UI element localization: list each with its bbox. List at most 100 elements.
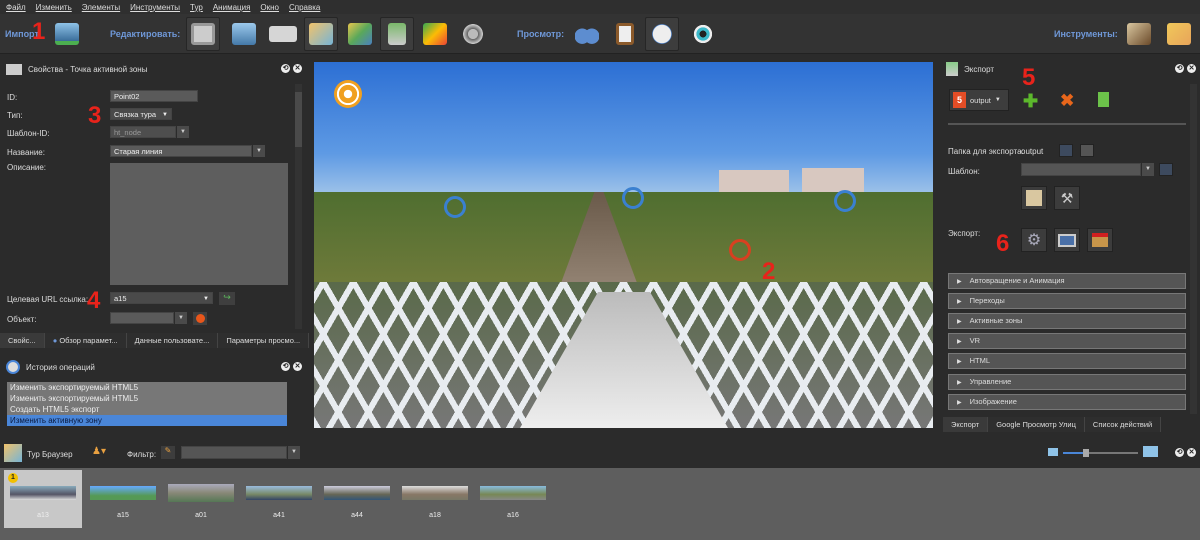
type-select[interactable]: Связка тура ▼ xyxy=(110,108,172,120)
tab-google-street-view[interactable]: Google Просмотр Улиц xyxy=(988,417,1085,432)
history-item-selected[interactable]: Изменить активную зону xyxy=(7,415,287,426)
template-dropdown[interactable]: ▼ xyxy=(1142,163,1154,176)
export-settings-button[interactable]: ⚙ xyxy=(1021,228,1047,252)
section-transitions[interactable]: ▶ Переходы xyxy=(948,293,1186,309)
hotspot-edit-button[interactable] xyxy=(380,17,414,51)
section-vr[interactable]: ▶ VR xyxy=(948,333,1186,349)
thumbnail-a18[interactable]: a18 xyxy=(396,470,474,528)
object-pick-button[interactable] xyxy=(193,312,207,325)
go-to-target-button[interactable]: ↪ xyxy=(219,292,235,305)
name-dropdown[interactable]: ▼ xyxy=(253,145,265,157)
export-document-button[interactable] xyxy=(1098,92,1109,107)
trash-button[interactable] xyxy=(1080,144,1094,157)
history-item[interactable]: Изменить экспортируемый HTML5 xyxy=(7,382,287,393)
add-export-button[interactable]: ✚ xyxy=(1023,91,1038,112)
tab-view-params[interactable]: ● Обзор парамет... xyxy=(44,333,127,348)
export-profile-select[interactable]: 5 output ▼ xyxy=(949,89,1009,111)
float-icon[interactable]: ⟲ xyxy=(1175,448,1184,457)
description-textarea[interactable] xyxy=(110,163,288,285)
skin-editor-button[interactable] xyxy=(1122,17,1156,51)
export-preview-button[interactable] xyxy=(1054,228,1080,252)
history-item[interactable]: Изменить экспортируемый HTML5 xyxy=(7,393,287,404)
edit-properties-button[interactable] xyxy=(186,17,220,51)
checklist-button[interactable] xyxy=(608,17,642,51)
export-scrollbar[interactable] xyxy=(1190,84,1197,414)
edit-user-data-button[interactable] xyxy=(266,17,300,51)
menu-tour[interactable]: Тур xyxy=(190,3,203,12)
speed-settings-button[interactable] xyxy=(645,17,679,51)
target-url-select[interactable]: a15 ▼ xyxy=(110,292,213,304)
edit-viewpoint-button[interactable] xyxy=(227,17,261,51)
section-html[interactable]: ▶ HTML xyxy=(948,353,1186,369)
thumbnail-a01[interactable]: a01 xyxy=(162,470,240,528)
menu-animation[interactable]: Анимация xyxy=(213,3,251,12)
section-autorotate[interactable]: ▶ Автовращение и Анимация xyxy=(948,273,1186,289)
sort-button[interactable]: ♟▾ xyxy=(92,446,106,457)
hotspot-icon[interactable] xyxy=(444,196,466,218)
menu-file[interactable]: Файл xyxy=(6,3,26,12)
view-settings-button[interactable] xyxy=(686,17,720,51)
template-id-input[interactable]: ht_node xyxy=(110,126,176,138)
template-settings-button[interactable]: ⚒ xyxy=(1054,186,1080,210)
hotspot-icon[interactable] xyxy=(622,187,644,209)
filter-tag-button[interactable]: ✎ xyxy=(161,446,175,459)
splitter[interactable] xyxy=(0,432,1200,436)
section-image[interactable]: ▶ Изображение xyxy=(948,394,1186,410)
float-icon[interactable]: ⟲ xyxy=(281,64,290,73)
tools-button[interactable] xyxy=(1162,17,1196,51)
hotspot-icon[interactable] xyxy=(834,190,856,212)
tour-map-button[interactable] xyxy=(304,17,338,51)
thumbnail-size-slider[interactable] xyxy=(1063,449,1138,457)
close-icon[interactable]: ✕ xyxy=(1187,64,1196,73)
hotspot-selected-icon[interactable] xyxy=(729,239,751,261)
close-icon[interactable]: ✕ xyxy=(1187,448,1196,457)
tab-properties[interactable]: Свойс... xyxy=(0,333,45,348)
id-input[interactable]: Point02 xyxy=(110,90,198,102)
panorama-viewer[interactable]: 2 xyxy=(314,62,933,428)
export-folder-value: output xyxy=(1021,147,1044,156)
preview-button[interactable] xyxy=(570,17,604,51)
hotspot-yellow-icon[interactable] xyxy=(334,80,362,108)
slider-handle[interactable] xyxy=(1083,449,1089,457)
animation-button[interactable] xyxy=(456,17,490,51)
close-icon[interactable]: ✕ xyxy=(293,64,302,73)
tab-action-list[interactable]: Список действий xyxy=(1084,417,1162,432)
section-controls[interactable]: ▶ Управление xyxy=(948,374,1186,390)
thumbnail-a41[interactable]: a41 xyxy=(240,470,318,528)
float-icon[interactable]: ⟲ xyxy=(1175,64,1184,73)
thumbnail-a44[interactable]: a44 xyxy=(318,470,396,528)
menu-help[interactable]: Справка xyxy=(289,3,320,12)
thumbnail-a16[interactable]: a16 xyxy=(474,470,552,528)
history-item[interactable]: Создать HTML5 экспорт xyxy=(7,404,287,415)
menu-elements[interactable]: Элементы xyxy=(82,3,120,12)
properties-scrollbar[interactable] xyxy=(295,84,302,329)
template-dropdown[interactable]: ▼ xyxy=(177,126,189,138)
thumbnail-a15[interactable]: a15 xyxy=(84,470,162,528)
thumbnail-a13[interactable]: 1 a13 xyxy=(4,470,82,528)
object-input[interactable] xyxy=(110,312,174,324)
tab-export[interactable]: Экспорт xyxy=(943,417,989,432)
type-value: Связка тура xyxy=(114,110,157,119)
import-panorama-button[interactable] xyxy=(50,17,84,51)
delete-export-button[interactable]: ✖ xyxy=(1060,91,1074,111)
filter-input[interactable] xyxy=(181,446,287,459)
google-street-view-button[interactable] xyxy=(418,17,452,51)
tab-user-data[interactable]: Данные пользовате... xyxy=(126,333,219,348)
close-icon[interactable]: ✕ xyxy=(293,362,302,371)
name-input[interactable]: Старая линия xyxy=(110,145,252,157)
section-hotspots[interactable]: ▶ Активные зоны xyxy=(948,313,1186,329)
template-folder-button[interactable] xyxy=(1159,163,1173,176)
skin-button[interactable] xyxy=(1021,186,1047,210)
export-header: Экспорт xyxy=(940,60,1200,78)
menu-tools[interactable]: Инструменты xyxy=(130,3,180,12)
menu-window[interactable]: Окно xyxy=(260,3,279,12)
object-dropdown[interactable]: ▼ xyxy=(175,312,187,324)
floor-plan-button[interactable] xyxy=(343,17,377,51)
open-folder-button[interactable] xyxy=(1059,144,1073,157)
float-icon[interactable]: ⟲ xyxy=(281,362,290,371)
filter-dropdown[interactable]: ▼ xyxy=(288,446,300,459)
tab-viewer-params[interactable]: Параметры просмо... xyxy=(218,333,310,348)
export-package-button[interactable] xyxy=(1087,228,1113,252)
template-select[interactable] xyxy=(1021,163,1141,176)
menu-edit[interactable]: Изменить xyxy=(36,3,72,12)
